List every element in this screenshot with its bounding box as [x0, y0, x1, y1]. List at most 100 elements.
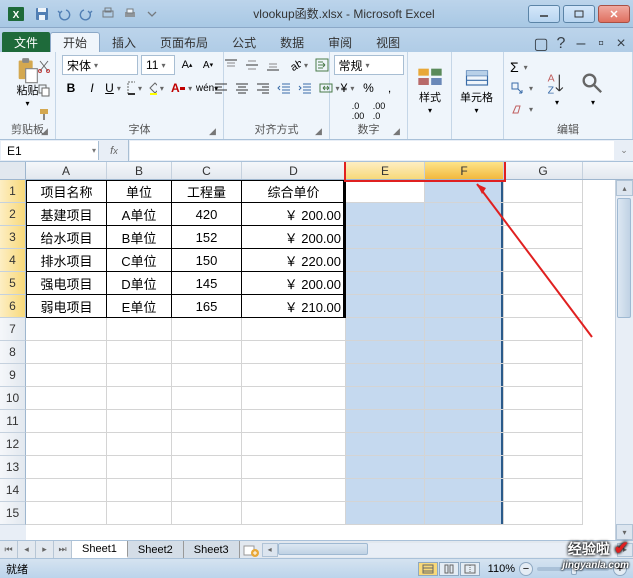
align-middle-icon[interactable]: [243, 55, 261, 75]
sheet-nav-prev-icon[interactable]: ◂: [18, 541, 36, 558]
hscroll-thumb[interactable]: [278, 543, 368, 555]
alignment-launcher-icon[interactable]: ◢: [315, 126, 327, 138]
increase-decimal-icon[interactable]: .0.00: [349, 101, 367, 121]
scroll-up-icon[interactable]: ▴: [616, 180, 633, 196]
cell-A13[interactable]: [26, 456, 107, 479]
cell-B8[interactable]: [107, 341, 172, 364]
cell-B14[interactable]: [107, 479, 172, 502]
cell-D12[interactable]: [242, 433, 346, 456]
autosum-button[interactable]: Σ▾: [510, 57, 533, 77]
orientation-icon[interactable]: ab▾: [285, 55, 310, 75]
underline-button[interactable]: U▾: [104, 78, 122, 98]
cell-F5[interactable]: [425, 272, 504, 295]
align-center-icon[interactable]: [233, 78, 251, 98]
row-header-10[interactable]: 10: [0, 387, 26, 410]
cell-B15[interactable]: [107, 502, 172, 525]
column-header-C[interactable]: C: [172, 162, 242, 179]
sheet-nav-first-icon[interactable]: ⏮: [0, 541, 18, 558]
cell-F7[interactable]: [425, 318, 504, 341]
cell-D9[interactable]: [242, 364, 346, 387]
cell-E11[interactable]: [346, 410, 425, 433]
insert-sheet-icon[interactable]: [240, 541, 262, 558]
cell-A2[interactable]: 基建项目: [26, 203, 107, 226]
decrease-font-icon[interactable]: A▾: [199, 55, 217, 75]
cell-F3[interactable]: [425, 226, 504, 249]
cell-B11[interactable]: [107, 410, 172, 433]
align-right-icon[interactable]: [254, 78, 272, 98]
fill-color-button[interactable]: ▾: [147, 78, 166, 98]
cell-F2[interactable]: [425, 203, 504, 226]
tab-view[interactable]: 视图: [364, 32, 412, 52]
fill-button[interactable]: ▾: [510, 78, 533, 98]
cell-A15[interactable]: [26, 502, 107, 525]
cell-G15[interactable]: [504, 502, 583, 525]
cell-A11[interactable]: [26, 410, 107, 433]
cell-C10[interactable]: [172, 387, 242, 410]
row-header-13[interactable]: 13: [0, 456, 26, 479]
cell-D14[interactable]: [242, 479, 346, 502]
align-bottom-icon[interactable]: [264, 55, 282, 75]
tab-file[interactable]: 文件: [2, 32, 50, 52]
cell-F6[interactable]: [425, 295, 504, 318]
name-box-dropdown-icon[interactable]: ▾: [92, 146, 96, 155]
cell-E1[interactable]: [346, 180, 425, 203]
cut-icon[interactable]: [35, 56, 53, 76]
column-header-D[interactable]: D: [242, 162, 346, 179]
column-header-B[interactable]: B: [107, 162, 172, 179]
cell-E13[interactable]: [346, 456, 425, 479]
cell-A5[interactable]: 强电项目: [26, 272, 107, 295]
cell-B13[interactable]: [107, 456, 172, 479]
styles-button[interactable]: 样式▾: [414, 62, 446, 118]
align-left-icon[interactable]: [212, 78, 230, 98]
cell-A8[interactable]: [26, 341, 107, 364]
bold-button[interactable]: B: [62, 78, 80, 98]
cell-D7[interactable]: [242, 318, 346, 341]
clipboard-launcher-icon[interactable]: ◢: [41, 126, 53, 138]
sort-filter-button[interactable]: AZ ▾: [541, 68, 573, 109]
cell-G12[interactable]: [504, 433, 583, 456]
align-top-icon[interactable]: [222, 55, 240, 75]
cell-A12[interactable]: [26, 433, 107, 456]
redo-icon[interactable]: [78, 6, 94, 22]
tab-review[interactable]: 审阅: [316, 32, 364, 52]
cell-C12[interactable]: [172, 433, 242, 456]
cell-E15[interactable]: [346, 502, 425, 525]
cell-C15[interactable]: [172, 502, 242, 525]
row-header-7[interactable]: 7: [0, 318, 26, 341]
cell-A10[interactable]: [26, 387, 107, 410]
zoom-percentage[interactable]: 110%: [488, 563, 515, 575]
view-page-layout-icon[interactable]: [439, 562, 459, 576]
cell-E12[interactable]: [346, 433, 425, 456]
cell-G5[interactable]: [504, 272, 583, 295]
cell-E7[interactable]: [346, 318, 425, 341]
decrease-decimal-icon[interactable]: .00.0: [370, 101, 388, 121]
tab-formulas[interactable]: 公式: [220, 32, 268, 52]
cell-G4[interactable]: [504, 249, 583, 272]
cell-G13[interactable]: [504, 456, 583, 479]
row-header-14[interactable]: 14: [0, 479, 26, 502]
cell-G6[interactable]: [504, 295, 583, 318]
cell-B6[interactable]: E单位: [107, 295, 172, 318]
column-header-G[interactable]: G: [504, 162, 583, 179]
scroll-left-icon[interactable]: ◂: [262, 543, 278, 557]
cells-button[interactable]: 单元格▾: [458, 62, 495, 118]
cell-F14[interactable]: [425, 479, 504, 502]
font-color-button[interactable]: A▾: [169, 78, 194, 98]
sheet-tab-3[interactable]: Sheet3: [184, 541, 240, 558]
cell-B4[interactable]: C单位: [107, 249, 172, 272]
cell-D13[interactable]: [242, 456, 346, 479]
quick-print-icon[interactable]: [122, 6, 138, 22]
cell-E4[interactable]: [346, 249, 425, 272]
cell-F11[interactable]: [425, 410, 504, 433]
column-header-E[interactable]: E: [346, 162, 425, 179]
cell-E10[interactable]: [346, 387, 425, 410]
cell-F4[interactable]: [425, 249, 504, 272]
cell-A7[interactable]: [26, 318, 107, 341]
cell-B5[interactable]: D单位: [107, 272, 172, 295]
cell-D11[interactable]: [242, 410, 346, 433]
qat-customize-icon[interactable]: [144, 6, 160, 22]
cell-G9[interactable]: [504, 364, 583, 387]
column-header-F[interactable]: F: [425, 162, 504, 179]
cell-E5[interactable]: [346, 272, 425, 295]
tab-data[interactable]: 数据: [268, 32, 316, 52]
